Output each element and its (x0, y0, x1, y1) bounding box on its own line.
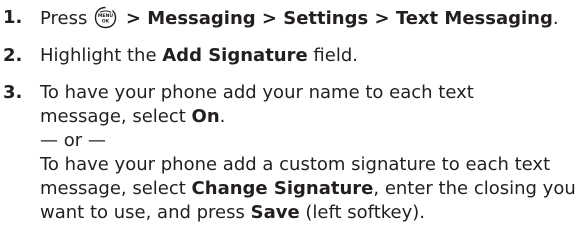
ok-icon-label: OK (102, 19, 110, 25)
change-signature-option: Change Signature (191, 178, 374, 199)
step-number: 1. (3, 7, 23, 28)
step-1-period: . (552, 8, 559, 29)
step-3-line-2-pre: message, select (40, 106, 192, 127)
on-option: On (191, 106, 220, 127)
step-3-line-5-pre: message, select (40, 178, 192, 199)
step-3-line-2-post: . (219, 106, 226, 127)
step-2-text: Highlight the Add Signature field. (40, 44, 585, 68)
step-3: 3. To have your phone add your name to e… (0, 81, 585, 225)
step-3-line-1: To have your phone add your name to each… (40, 82, 474, 103)
instruction-steps: 1. Press MENU OK > Messaging > Settings … (0, 0, 585, 225)
step-3-line-6-post: (left softkey). (299, 202, 426, 223)
step-3-line-4: To have your phone add a custom signatur… (40, 154, 551, 175)
step-1: 1. Press MENU OK > Messaging > Settings … (0, 6, 585, 31)
menu-icon-label: MENU (98, 13, 114, 19)
step-3-line-6: want to use, and press Save (left softke… (40, 201, 585, 225)
save-softkey-label: Save (250, 202, 300, 223)
step-number: 3. (3, 82, 23, 103)
add-signature-field-name: Add Signature (162, 45, 308, 66)
menu-ok-key-icon: MENU OK (94, 6, 117, 29)
step-2-post: field. (307, 45, 358, 66)
step-3-line-5: message, select Change Signature, enter … (40, 177, 585, 201)
step-3-line-6-pre: want to use, and press (40, 202, 251, 223)
press-text: Press (40, 8, 88, 29)
step-1-text: Press MENU OK > Messaging > Settings > T… (40, 6, 585, 31)
step-2-pre: Highlight the (40, 45, 163, 66)
step-3-line-2: message, select On. (40, 105, 585, 129)
menu-path: > Messaging > Settings > Text Messaging (125, 8, 553, 29)
step-2: 2. Highlight the Add Signature field. (0, 44, 585, 68)
step-3-line-5-post: , enter the closing you (373, 178, 576, 199)
step-number: 2. (3, 45, 23, 66)
or-separator: — or — (40, 130, 106, 151)
